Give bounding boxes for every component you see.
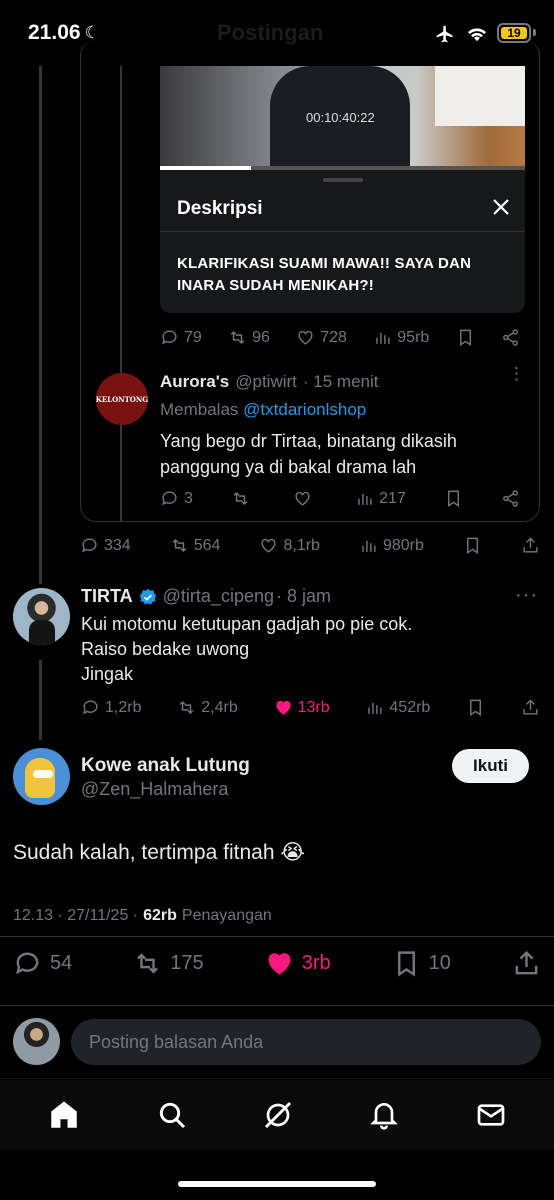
views-button[interactable]: 95rb xyxy=(373,328,429,347)
sheet-title: Deskripsi xyxy=(177,198,263,219)
reply-button[interactable]: 79 xyxy=(160,328,202,347)
more-icon[interactable]: ⋮ xyxy=(508,365,525,382)
reply-button[interactable]: 1,2rb xyxy=(81,698,141,717)
reply-button[interactable]: 54 xyxy=(13,949,72,978)
home-icon[interactable] xyxy=(47,1098,81,1132)
aurora-avatar[interactable]: KELONTONG xyxy=(96,373,148,425)
post-time: · 15 menit xyxy=(302,372,379,391)
notifications-icon[interactable] xyxy=(368,1099,400,1131)
bottom-nav xyxy=(0,1080,554,1150)
like-button-active[interactable]: 3rb xyxy=(265,949,331,978)
repost-button[interactable] xyxy=(231,489,255,508)
author-handle[interactable]: @tirta_cipeng xyxy=(163,586,274,607)
replying-to: Membalas @txtdarionlshop xyxy=(160,400,367,419)
repost-button[interactable]: 564 xyxy=(170,536,220,555)
bookmark-button[interactable] xyxy=(463,536,482,555)
repost-button[interactable]: 175 xyxy=(133,949,204,978)
messages-icon[interactable] xyxy=(475,1099,507,1131)
repost-button[interactable]: 2,4rb xyxy=(177,698,238,717)
aurora-action-bar: 3 217 xyxy=(160,489,520,508)
tirta-text: Kui motomu ketutupan gadjah po pie cok. … xyxy=(81,614,413,684)
main-post-text: Sudah kalah, tertimpa fitnah 😭 xyxy=(13,841,305,864)
home-indicator xyxy=(178,1181,376,1187)
thread-line xyxy=(39,660,42,740)
tirta-avatar[interactable] xyxy=(13,588,70,645)
aurora-text: Yang bego dr Tirtaa, binatang dikasih pa… xyxy=(160,431,457,477)
main-author-avatar[interactable] xyxy=(13,748,70,805)
author-name[interactable]: Aurora's xyxy=(160,372,229,392)
verified-badge-icon xyxy=(139,588,156,604)
aurora-header: Aurora's @ptiwirt · 15 menit xyxy=(160,372,378,392)
battery-level: 19 xyxy=(501,27,527,40)
author-handle[interactable]: @ptiwirt xyxy=(235,372,297,392)
repost-button[interactable]: 96 xyxy=(228,328,270,347)
views-label: Penayangan xyxy=(181,907,272,924)
video-timestamp: 00:10:40:22 xyxy=(306,110,375,125)
divider xyxy=(0,1078,554,1079)
views-button[interactable]: 217 xyxy=(355,489,406,508)
follow-button[interactable]: Ikuti xyxy=(452,749,529,783)
quoted-action-bar: 79 96 728 95rb xyxy=(160,328,520,347)
sheet-divider xyxy=(160,231,525,232)
reply-input[interactable] xyxy=(71,1019,541,1065)
share-button[interactable] xyxy=(501,489,520,508)
main-author-handle[interactable]: @Zen_Halmahera xyxy=(81,779,228,800)
thread-line xyxy=(39,66,42,584)
mention-link[interactable]: @txtdarionlshop xyxy=(243,400,366,419)
post-datetime: 12.13 · 27/11/25 · xyxy=(13,907,139,924)
post-time: · 8 jam xyxy=(276,586,332,606)
share-button[interactable] xyxy=(512,949,541,978)
views-button[interactable]: 980rb xyxy=(359,536,424,555)
grok-icon[interactable] xyxy=(262,1099,294,1131)
reply-button[interactable]: 334 xyxy=(80,536,131,555)
share-button[interactable] xyxy=(501,328,520,347)
bookmark-button[interactable] xyxy=(444,489,463,508)
main-action-bar: 54 175 3rb 10 xyxy=(13,949,541,978)
views-button[interactable]: 452rb xyxy=(365,698,430,717)
video-player[interactable]: 00:10:40:22 xyxy=(160,66,525,170)
views-count: 62rb xyxy=(143,907,177,924)
status-time: 21.06 xyxy=(28,21,81,44)
sheet-text: KLARIFIKASI SUAMI MAWA!! SAYA DAN INARA … xyxy=(177,255,472,294)
share-button[interactable] xyxy=(521,536,540,555)
more-icon[interactable]: ··· xyxy=(515,584,538,607)
tirta-action-bar: 1,2rb 2,4rb 13rb 452rb xyxy=(81,698,540,717)
like-button[interactable] xyxy=(293,489,317,508)
video-shelf xyxy=(435,66,525,126)
post-meta: 12.13 · 27/11/25 · 62rb Penayangan xyxy=(13,907,272,925)
close-icon[interactable] xyxy=(491,197,511,217)
like-button[interactable]: 728 xyxy=(296,328,347,347)
bookmark-button[interactable] xyxy=(466,698,485,717)
bookmark-button[interactable]: 10 xyxy=(392,949,451,978)
sheet-handle[interactable] xyxy=(323,178,363,182)
search-icon[interactable] xyxy=(156,1099,188,1131)
like-button[interactable]: 8,1rb xyxy=(259,536,320,555)
user-avatar[interactable] xyxy=(13,1018,60,1065)
like-button-active[interactable]: 13rb xyxy=(274,698,330,717)
divider xyxy=(0,936,554,937)
author-name[interactable]: TIRTA xyxy=(81,586,133,607)
description-sheet: Deskripsi KLARIFIKASI SUAMI MAWA!! SAYA … xyxy=(160,170,525,313)
parent-action-bar: 334 564 8,1rb 980rb xyxy=(80,536,540,555)
tirta-header: TIRTA @tirta_cipeng · 8 jam xyxy=(81,586,331,607)
main-author-name[interactable]: Kowe anak Lutung xyxy=(81,755,250,777)
bookmark-button[interactable] xyxy=(456,328,475,347)
reply-box xyxy=(0,1006,554,1078)
share-button[interactable] xyxy=(521,698,540,717)
reply-button[interactable]: 3 xyxy=(160,489,193,508)
